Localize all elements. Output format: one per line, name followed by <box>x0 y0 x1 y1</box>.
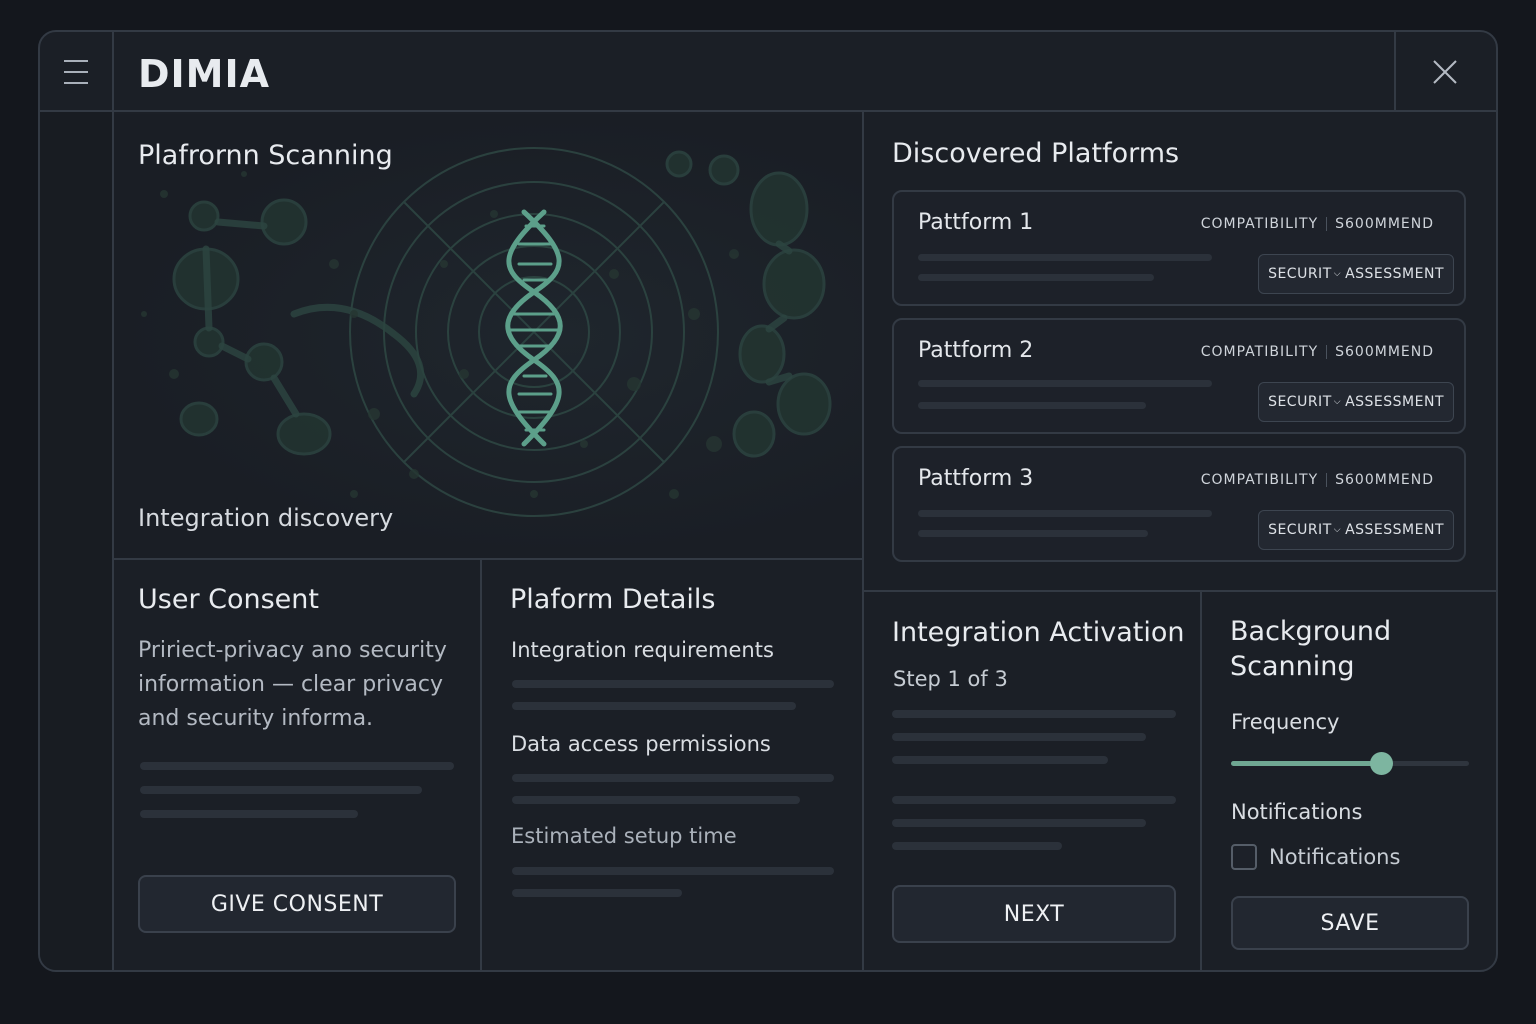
placeholder-line <box>140 810 358 818</box>
background-scanning-title-2: Scanning <box>1230 651 1355 682</box>
notifications-label: Notifications <box>1231 800 1363 824</box>
placeholder-line <box>512 889 682 897</box>
chevron-down-icon: ⌵ <box>1333 397 1342 407</box>
placeholder-line <box>140 786 422 794</box>
scanning-title: Plafrornn Scanning <box>138 140 393 171</box>
close-button[interactable] <box>1394 32 1496 112</box>
consent-line: Pririect-privacy ano security <box>138 638 447 663</box>
left-row-divider <box>114 558 862 560</box>
placeholder-line <box>512 867 834 875</box>
platform-meta: COMPATIBILITY S600MMEND <box>1201 344 1434 360</box>
recommend-label: S600MMEND <box>1335 344 1434 360</box>
scanning-caption: Integration discovery <box>138 504 394 532</box>
app-window: DIMIA Plafrornn Scanning Integration dis… <box>38 30 1498 972</box>
discovered-platforms-title: Discovered Platforms <box>892 138 1180 169</box>
placeholder-line <box>512 774 834 782</box>
platform-card[interactable]: Pattform 3 COMPATIBILITY S600MMEND SECURI… <box>892 446 1466 562</box>
frequency-slider-thumb[interactable] <box>1369 752 1393 775</box>
placeholder-line <box>918 510 1212 517</box>
recommend-label: S600MMEND <box>1335 472 1434 488</box>
platform-card[interactable]: Pattform 1 COMPATIBILITY S600MMEND SECURI… <box>892 190 1466 306</box>
platform-name: Pattform 1 <box>918 210 1034 235</box>
step-indicator: Step 1 of 3 <box>893 667 1008 691</box>
placeholder-line <box>918 402 1146 409</box>
placeholder-line <box>512 680 834 688</box>
placeholder-line <box>918 274 1154 281</box>
chevron-down-icon: ⌵ <box>1333 269 1342 279</box>
consent-line: information — clear privacy <box>138 672 443 697</box>
security-assessment-button[interactable]: SECURIT ⌵ ASSESSMENT <box>1258 382 1454 422</box>
meta-separator <box>1326 345 1328 359</box>
consent-divider <box>480 560 482 970</box>
sidebar <box>40 112 112 970</box>
meta-separator <box>1326 217 1328 231</box>
platform-name: Pattform 3 <box>918 466 1034 491</box>
security-assessment-button[interactable]: SECURIT ⌵ ASSESSMENT <box>1258 254 1454 294</box>
placeholder-line <box>892 842 1062 850</box>
placeholder-line <box>918 254 1212 261</box>
security-assessment-button[interactable]: SECURIT ⌵ ASSESSMENT <box>1258 510 1454 550</box>
compatibility-label: COMPATIBILITY <box>1200 344 1319 360</box>
app-title: DIMIA <box>138 52 271 96</box>
center-divider <box>862 112 864 970</box>
consent-line: and security informa. <box>138 706 374 731</box>
placeholder-line <box>892 796 1176 804</box>
placeholder-line <box>140 762 454 770</box>
security-label: SECURIT <box>1268 394 1332 410</box>
background-scanning-title: Background <box>1230 616 1392 647</box>
security-label: SECURIT <box>1268 266 1332 282</box>
give-consent-button[interactable]: GIVE CONSENT <box>138 875 456 933</box>
recommend-label: S600MMEND <box>1335 216 1434 232</box>
placeholder-line <box>892 819 1146 827</box>
platform-name: Pattform 2 <box>918 338 1034 363</box>
frequency-label: Frequency <box>1231 710 1340 734</box>
compatibility-label: COMPATIBILITY <box>1200 216 1319 232</box>
header-divider <box>40 110 1496 112</box>
assessment-label: ASSESSMENT <box>1345 394 1444 410</box>
meta-separator <box>1326 473 1328 487</box>
platform-details-title: Plaform Details <box>510 584 716 615</box>
right-row-divider <box>864 590 1496 592</box>
chevron-down-icon: ⌵ <box>1333 525 1342 535</box>
scan-visualization <box>141 147 832 517</box>
platform-meta: COMPATIBILITY S600MMEND <box>1201 216 1434 232</box>
next-button[interactable]: NEXT <box>892 885 1176 943</box>
menu-button[interactable] <box>40 32 112 112</box>
frequency-slider-fill <box>1231 761 1381 766</box>
placeholder-line <box>892 756 1108 764</box>
platform-scanning-panel: Plafrornn Scanning Integration discovery <box>114 114 862 558</box>
platform-meta: COMPATIBILITY S600MMEND <box>1201 472 1434 488</box>
security-label: SECURIT <box>1268 522 1332 538</box>
placeholder-line <box>892 710 1176 718</box>
notifications-checkbox[interactable] <box>1231 844 1257 870</box>
data-access-permissions-label: Data access permissions <box>511 732 771 756</box>
close-icon <box>1433 60 1457 84</box>
assessment-label: ASSESSMENT <box>1345 522 1444 538</box>
frequency-slider[interactable] <box>1231 752 1469 775</box>
placeholder-line <box>892 733 1146 741</box>
platform-card[interactable]: Pattform 2 COMPATIBILITY S600MMEND SECURI… <box>892 318 1466 434</box>
hamburger-menu-icon <box>64 60 88 62</box>
estimated-setup-time-label: Estimated setup time <box>511 824 737 848</box>
save-button[interactable]: SAVE <box>1231 896 1469 950</box>
placeholder-line <box>512 702 796 710</box>
assessment-label: ASSESSMENT <box>1345 266 1444 282</box>
integration-activation-title: Integration Activation <box>892 617 1185 648</box>
placeholder-line <box>512 796 800 804</box>
notifications-checkbox-label[interactable]: Notifications <box>1269 845 1400 869</box>
placeholder-line <box>918 380 1212 387</box>
compatibility-label: COMPATIBILITY <box>1200 472 1319 488</box>
user-consent-title: User Consent <box>138 584 319 615</box>
integration-requirements-label: Integration requirements <box>511 638 774 662</box>
activation-divider <box>1200 592 1202 970</box>
consent-description: Pririect-privacy ano security informatio… <box>138 634 447 736</box>
placeholder-line <box>918 530 1148 537</box>
close-divider <box>1394 32 1396 112</box>
